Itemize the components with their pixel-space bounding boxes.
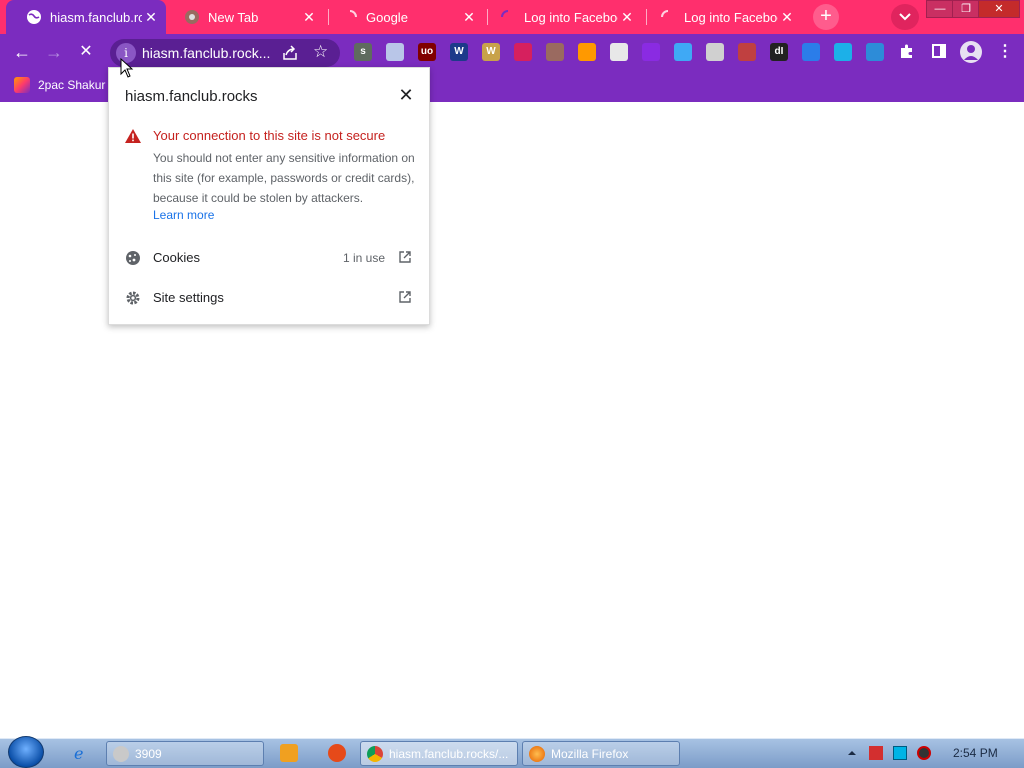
extension-icon[interactable] [834,43,852,61]
puzzle-extensions-icon[interactable] [898,43,916,61]
tab-new-tab[interactable]: New Tab ✕ [164,2,324,32]
extension-icon[interactable]: s [354,43,372,61]
cookies-label: Cookies [153,250,200,265]
close-tab-icon[interactable]: ✕ [300,9,318,26]
extension-icon[interactable] [386,43,404,61]
site-settings-label: Site settings [153,290,224,305]
loading-spinner-icon [342,9,358,25]
bookmark-star-icon[interactable]: ☆ [313,42,328,62]
popup-host: hiasm.fanclub.rocks [125,88,258,105]
side-panel-icon[interactable] [930,43,948,61]
extension-icon[interactable] [642,43,660,61]
extension-icon[interactable] [802,43,820,61]
internet-explorer-icon[interactable]: e [72,744,90,763]
close-tab-icon[interactable]: ✕ [460,9,478,26]
warning-triangle-icon [125,129,141,143]
extension-icon[interactable] [578,43,596,61]
svg-text:e: e [74,744,83,762]
chevron-down-icon [899,13,911,21]
extension-icon[interactable] [738,43,756,61]
learn-more-link[interactable]: Learn more [153,208,214,222]
bookmark-2pac[interactable]: 2pac Shakur - [14,77,113,93]
url-text[interactable]: hiasm.fanclub.rock... [142,45,270,61]
tab-google[interactable]: Google ✕ [322,2,484,32]
loading-spinner-icon [500,9,516,25]
warning-body: You should not enter any sensitive infor… [153,151,415,205]
bookmark-label: 2pac Shakur - [38,78,113,92]
external-link-icon [398,290,412,304]
cookies-row[interactable]: Cookies 1 in use [109,238,429,278]
extension-icon[interactable]: dI [770,43,788,61]
external-link-icon [398,250,412,264]
media-player-icon[interactable] [280,744,298,762]
tray-expand-icon[interactable] [845,746,859,760]
tab-facebook-1[interactable]: Log into Facebook ✕ [480,2,642,32]
tab-title: Google [366,9,408,25]
share-icon[interactable] [281,44,299,62]
extension-icon[interactable] [546,43,564,61]
close-tab-icon[interactable]: ✕ [778,9,796,26]
start-button[interactable] [8,736,44,768]
extension-icon[interactable] [706,43,724,61]
close-tab-icon[interactable]: ✕ [142,9,160,26]
popup-close-button[interactable]: ✕ [397,86,415,104]
chrome-icon [184,9,200,25]
firefox-icon [529,745,545,762]
profile-avatar-icon[interactable] [960,41,982,63]
back-button[interactable]: ← [10,40,34,64]
tab-title: New Tab [208,9,259,25]
taskbar-item-firefox[interactable]: Mozilla Firefox [522,741,680,766]
tab-search-button[interactable] [891,4,919,30]
taskbar-label: Mozilla Firefox [551,746,629,761]
site-settings-row[interactable]: Site settings [109,278,429,318]
extension-icon[interactable]: W [482,43,500,61]
globe-icon [26,9,42,25]
bookmark-favicon-icon [14,77,30,93]
extension-icon[interactable] [514,43,532,61]
cookie-icon [125,250,141,266]
chrome-icon [367,745,383,762]
taskbar-item-chrome[interactable]: hiasm.fanclub.rocks/... [360,741,518,766]
extension-icon[interactable] [866,43,884,61]
extension-icon[interactable]: uo [418,43,436,61]
taskbar-label: hiasm.fanclub.rocks/... [389,746,509,761]
site-info-popup: hiasm.fanclub.rocks ✕ Your connection to… [108,67,430,325]
new-tab-button[interactable]: + [813,4,839,30]
tab-title: Log into Facebook [684,9,778,25]
restore-button[interactable]: ❐ [952,0,980,18]
extension-icon[interactable]: W [450,43,468,61]
tray-flag-icon[interactable] [869,746,883,760]
taskbar-clock: 2:54 PM [953,746,998,760]
taskbar-item-3909[interactable]: 3909 [106,741,264,766]
tray-monitor-icon[interactable] [893,746,907,760]
close-tab-icon[interactable]: ✕ [618,9,636,26]
mouse-cursor-icon [120,57,134,78]
tab-facebook-2[interactable]: Log into Facebook ✕ [640,2,802,32]
app-shortcut-icon[interactable] [328,744,346,762]
loading-spinner-icon [660,9,676,25]
warning-title: Your connection to this site is not secu… [153,128,386,143]
stop-loading-button[interactable]: ✕ [74,40,98,64]
tab-title: hiasm.fanclub.rocks/ [50,9,142,25]
app-icon [113,745,129,762]
forward-button[interactable]: → [42,40,66,64]
tab-title: Log into Facebook [524,9,618,25]
extension-icon[interactable] [610,43,628,61]
cookies-count: 1 in use [343,251,386,265]
close-window-button[interactable]: ✕ [978,0,1020,18]
minimize-button[interactable]: — [926,0,954,18]
extension-icon[interactable] [674,43,692,61]
menu-kebab-icon[interactable]: ⋮ [996,43,1014,61]
tab-hiasm[interactable]: hiasm.fanclub.rocks/ ✕ [6,0,166,34]
tray-speaker-icon[interactable] [917,746,931,760]
taskbar-label: 3909 [135,746,162,761]
gear-icon [125,290,141,306]
